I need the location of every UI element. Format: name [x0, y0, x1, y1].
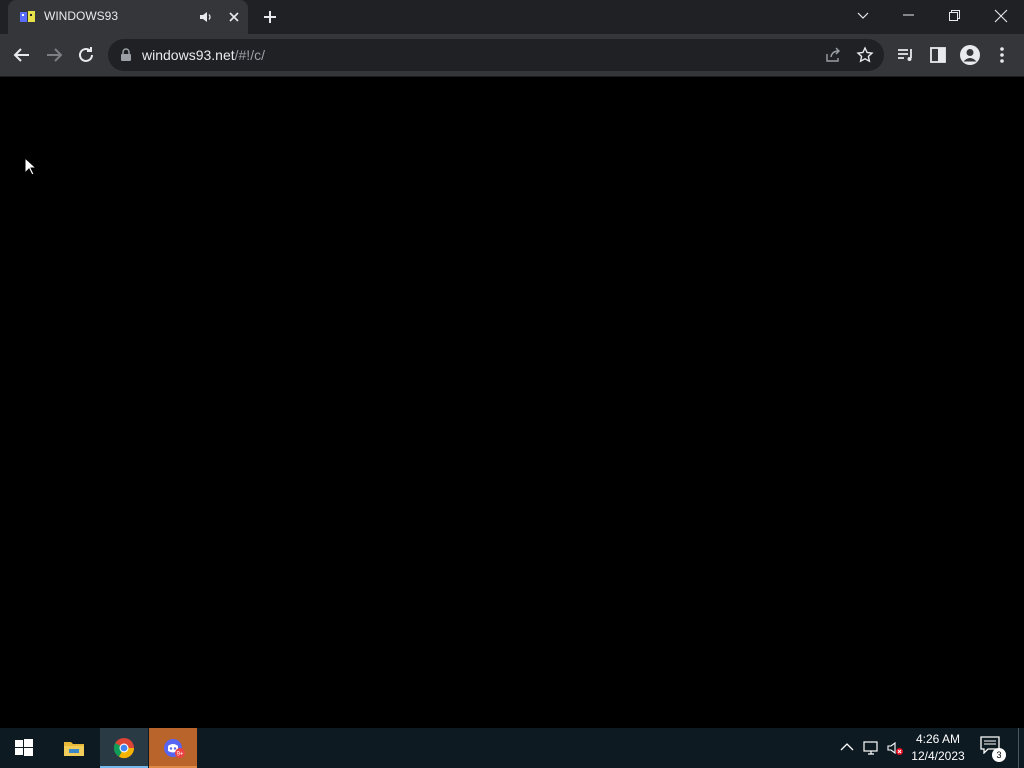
url-text[interactable]: windows93.net/#!/c/ [142, 47, 265, 63]
windows-logo-icon [15, 739, 33, 756]
media-controls-button[interactable] [894, 43, 918, 67]
side-panel-icon [930, 47, 946, 63]
restore-button[interactable] [932, 0, 978, 32]
side-panel-button[interactable] [926, 43, 950, 67]
chevron-down-icon [857, 12, 869, 19]
reload-button[interactable] [74, 43, 98, 67]
folder-icon [64, 742, 84, 756]
restore-icon [949, 10, 960, 21]
kebab-menu-icon [1000, 47, 1004, 63]
chevron-up-icon[interactable] [838, 739, 856, 757]
new-tab-button[interactable] [258, 5, 282, 29]
media-queue-icon [898, 49, 912, 61]
share-icon[interactable] [824, 46, 842, 64]
network-icon[interactable] [862, 739, 880, 757]
discord-taskbar-button[interactable]: 9+ [149, 728, 197, 768]
back-button[interactable] [10, 43, 34, 67]
discord-badge: 9+ [177, 752, 184, 758]
clock-time: 4:26 AM [915, 732, 961, 746]
minimize-button[interactable] [886, 0, 932, 32]
close-icon[interactable] [226, 9, 242, 25]
show-desktop-button[interactable] [1018, 728, 1019, 768]
tab-strip: WINDOWS93 [0, 0, 1024, 34]
url-host: windows93.net [142, 47, 235, 63]
reload-icon [79, 47, 93, 62]
close-window-button[interactable] [978, 0, 1024, 32]
tab-title: WINDOWS93 [44, 9, 119, 23]
minimize-icon [903, 14, 914, 16]
close-icon [994, 9, 1008, 23]
chrome-taskbar-button[interactable] [100, 728, 148, 768]
tab-search-button[interactable] [840, 0, 886, 32]
chrome-icon [113, 738, 135, 759]
mouse-cursor-icon [24, 156, 38, 176]
system-clock[interactable]: 4:26 AM 12/4/2023 [906, 731, 970, 765]
volume-muted-icon[interactable] [886, 739, 904, 757]
lock-icon[interactable] [120, 48, 132, 62]
tab-windows93[interactable]: WINDOWS93 [8, 0, 248, 34]
browser-toolbar: windows93.net/#!/c/ [0, 34, 1024, 77]
plus-icon [264, 11, 276, 23]
forward-button[interactable] [42, 43, 66, 67]
url-path: /#!/c/ [234, 47, 265, 63]
arrow-right-icon [47, 48, 63, 62]
page-viewport[interactable] [0, 77, 1024, 728]
start-button[interactable] [0, 728, 48, 768]
speaker-icon[interactable] [198, 9, 214, 25]
file-explorer-button[interactable] [50, 728, 98, 768]
star-icon[interactable] [856, 46, 874, 64]
address-bar[interactable]: windows93.net/#!/c/ [108, 39, 884, 71]
profile-icon [960, 45, 980, 65]
taskbar: 9+ 4:26 AM 12/4/2023 3 [0, 728, 1024, 768]
notification-count-badge: 3 [992, 748, 1006, 762]
profile-button[interactable] [958, 43, 982, 67]
action-center-button[interactable]: 3 [980, 736, 1006, 762]
windows93-favicon-icon [20, 10, 36, 24]
arrow-left-icon [13, 48, 29, 62]
menu-button[interactable] [990, 43, 1014, 67]
clock-date: 12/4/2023 [911, 749, 965, 763]
discord-icon: 9+ [164, 739, 185, 758]
